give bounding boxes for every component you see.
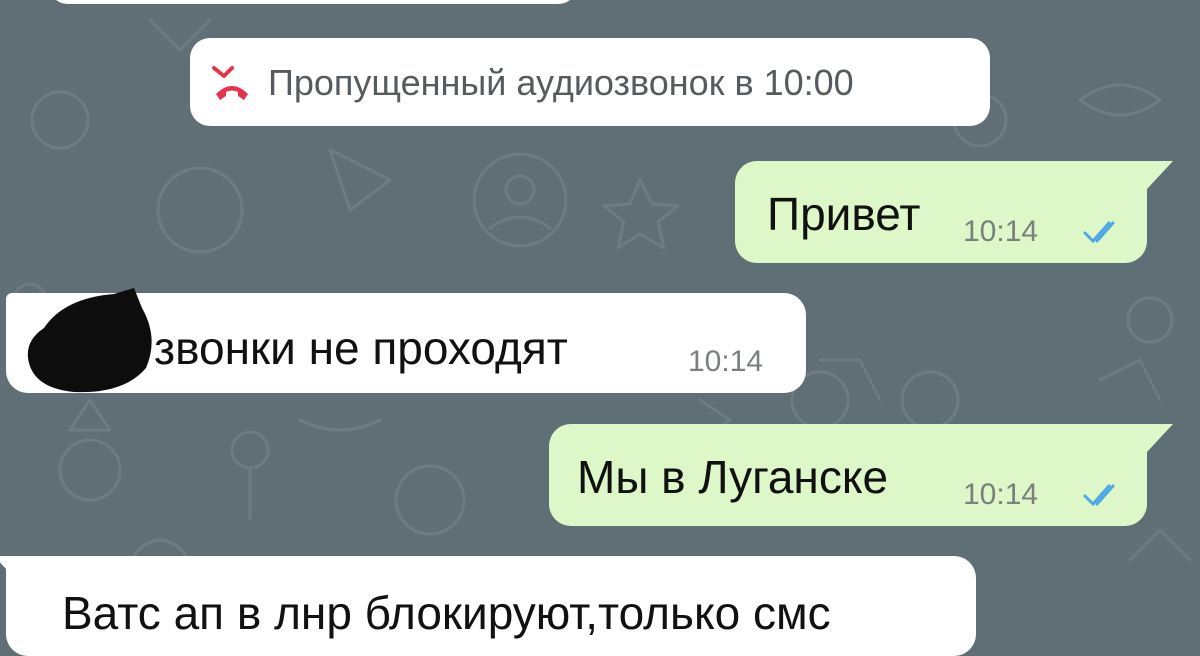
missed-call-notice: Пропущенный аудиозвонок в 10:00: [190, 38, 990, 126]
missed-call-icon: [212, 66, 248, 100]
bubble-tail: [0, 556, 34, 584]
redaction-blot: [27, 288, 152, 393]
message-text: Мы в Луганске: [577, 451, 889, 503]
bubble-tail: [1135, 424, 1173, 452]
incoming-message-bubble[interactable]: Ватс ап в лнр блокируют,только смс: [6, 556, 976, 656]
previous-message-bubble[interactable]: [48, 0, 578, 4]
message-text: Привет: [767, 188, 921, 240]
read-receipt-icon: [1083, 221, 1115, 244]
message-timestamp: 10:14: [963, 215, 1039, 248]
message-text: Ватс ап в лнр блокируют,только смс: [62, 587, 831, 639]
message-text: звонки не проходят: [154, 322, 568, 374]
missed-call-text: Пропущенный аудиозвонок в 10:00: [268, 62, 854, 103]
message-timestamp: 10:14: [688, 345, 764, 378]
outgoing-message-bubble[interactable]: Привет 10:14: [735, 161, 1147, 263]
message-timestamp: 10:14: [963, 478, 1039, 511]
read-receipt-icon: [1083, 484, 1115, 507]
outgoing-message-bubble[interactable]: Мы в Луганске 10:14: [549, 424, 1147, 526]
bubble-tail: [1135, 161, 1173, 189]
